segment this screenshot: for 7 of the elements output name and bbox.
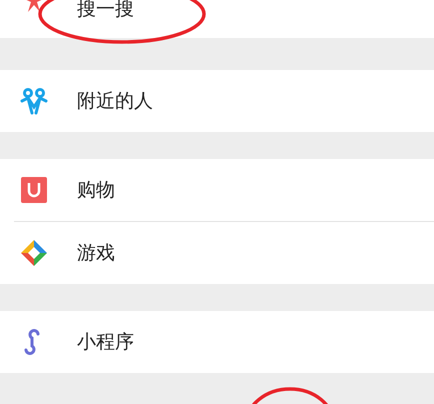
bag-icon	[20, 176, 48, 204]
menu-item[interactable]: 游戏	[77, 240, 115, 266]
menu-item[interactable]: 附近的人	[77, 88, 153, 114]
menu-item[interactable]: 购物	[77, 177, 115, 203]
menu-item[interactable]: 小程序	[77, 329, 134, 355]
people-icon	[20, 87, 48, 115]
diamond-icon	[20, 239, 48, 267]
